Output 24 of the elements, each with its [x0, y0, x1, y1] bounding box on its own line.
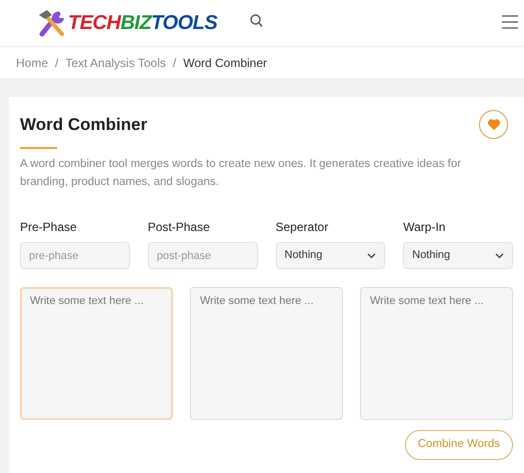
input-field[interactable]: post-phase: [148, 242, 258, 269]
menu-icon[interactable]: [502, 15, 518, 29]
description: A word combiner tool merges words to create new ones. It generates creative ideas for branding, product names, and slogans.: [20, 157, 462, 190]
field-label: Warp-In: [403, 219, 446, 236]
field-label: Seperator: [276, 219, 330, 236]
chevron-down-icon: [495, 252, 504, 258]
heart-icon: [488, 119, 500, 130]
dropdown[interactable]: Nothing: [276, 242, 386, 269]
field-label: Post-Phase: [148, 219, 211, 236]
breadcrumb-separator: /: [172, 54, 176, 72]
logo-text[interactable]: TECHBIZTOOLS: [68, 8, 218, 38]
input-field[interactable]: pre-phase: [20, 242, 130, 269]
text-area[interactable]: Write some text here ...: [20, 287, 173, 420]
dropdown[interactable]: Nothing: [403, 242, 513, 269]
text-area[interactable]: Write some text here ...: [360, 287, 513, 420]
breadcrumb-current: Word Combiner: [183, 54, 268, 72]
breadcrumb-separator: /: [55, 54, 58, 72]
page-title: Word Combiner: [20, 114, 148, 136]
text-area[interactable]: Write some text here ...: [190, 287, 343, 420]
breadcrumb-link[interactable]: Home: [16, 54, 48, 72]
breadcrumb-link[interactable]: Text Analysis Tools: [65, 54, 166, 72]
field-label: Pre-Phase: [20, 219, 78, 236]
chevron-down-icon: [367, 252, 376, 258]
search-icon[interactable]: [250, 14, 263, 28]
